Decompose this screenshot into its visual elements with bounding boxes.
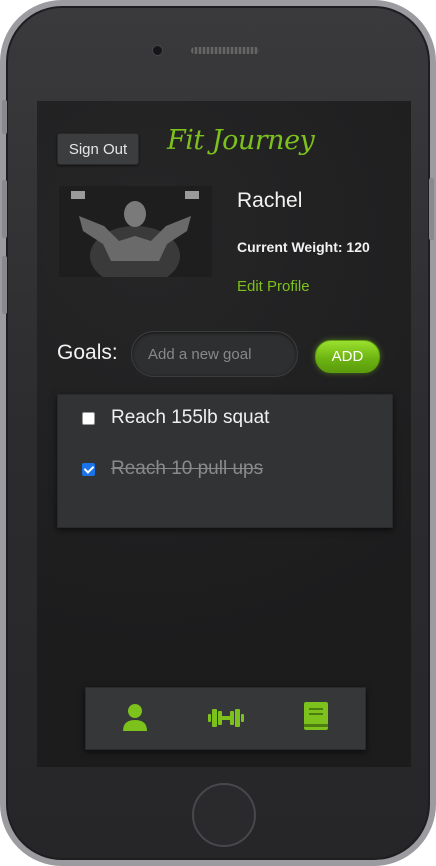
app-screen: Sign Out Fit Journey Rachel Current Weig… [37,101,411,767]
goal-text: Reach 10 pull ups [111,458,264,479]
home-button[interactable] [192,783,256,847]
goal-item[interactable]: Reach 155lb squat [82,407,269,429]
dumbbell-icon[interactable] [208,706,244,735]
sign-out-button[interactable]: Sign Out [57,133,139,165]
goal-checkbox[interactable] [82,411,95,425]
volume-down-button [2,256,7,314]
earpiece-speaker [191,47,259,54]
volume-up-button [2,180,7,238]
avatar-photo [59,186,212,277]
goal-text: Reach 155lb squat [111,407,270,428]
add-goal-button[interactable]: ADD [315,340,380,373]
user-icon[interactable] [122,703,148,738]
goals-label: Goals: [57,341,118,364]
new-goal-input[interactable] [131,331,298,377]
power-button [429,178,434,240]
app-title: Fit Journey [167,125,315,156]
edit-profile-link[interactable]: Edit Profile [237,278,310,295]
current-weight: Current Weight: 120 [237,239,370,255]
bottom-nav [85,687,366,750]
mute-switch [2,100,7,134]
book-icon[interactable] [304,702,328,737]
avatar [59,186,212,277]
phone-frame: Sign Out Fit Journey Rachel Current Weig… [0,0,436,866]
profile-name: Rachel [237,189,303,212]
goal-item[interactable]: Reach 10 pull ups [82,458,263,480]
goals-list: Reach 155lb squat Reach 10 pull ups [57,394,393,528]
front-camera [152,45,163,56]
goal-checkbox[interactable] [82,462,95,476]
